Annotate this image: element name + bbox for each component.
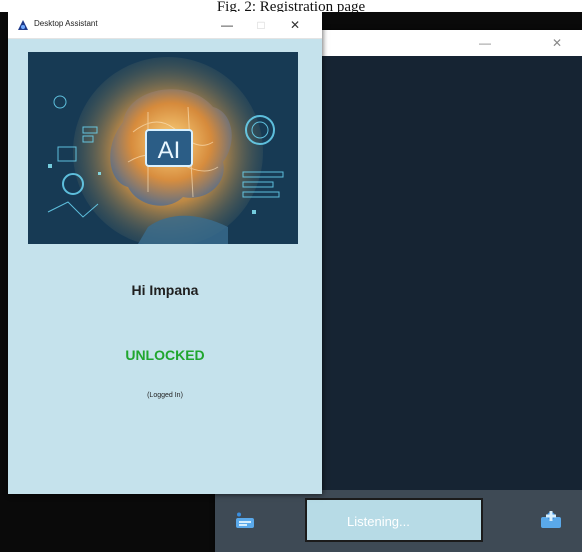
login-status: (Logged In) [147, 392, 183, 399]
listening-label: Listening... [347, 514, 410, 529]
assistant-minimize-button[interactable]: — [470, 34, 500, 52]
desktop-assistant-window: Desktop Assistant — □ ✕ AI Hi Impana UNL… [8, 12, 322, 494]
settings-icon[interactable] [540, 510, 562, 530]
window-titlebar: Desktop Assistant — □ ✕ [8, 12, 322, 39]
ai-badge-text: AI [158, 137, 181, 164]
mic-icon[interactable] [235, 512, 255, 530]
screen: — ✕ Listening... Desktop Assistant — □ ✕… [0, 12, 582, 552]
assistant-bottom-bar: Listening... [215, 490, 582, 552]
minimize-button[interactable]: — [212, 16, 242, 34]
app-logo-icon [16, 18, 30, 32]
greeting-text: Hi Impana [131, 282, 199, 298]
listening-status-box: Listening... [305, 498, 483, 542]
close-button[interactable]: ✕ [280, 16, 310, 34]
assistant-close-button[interactable]: ✕ [542, 34, 572, 52]
ai-brain-image: AI [28, 52, 298, 244]
maximize-button[interactable]: □ [246, 16, 276, 34]
window-title: Desktop Assistant [34, 19, 98, 28]
lock-status: UNLOCKED [125, 347, 205, 363]
